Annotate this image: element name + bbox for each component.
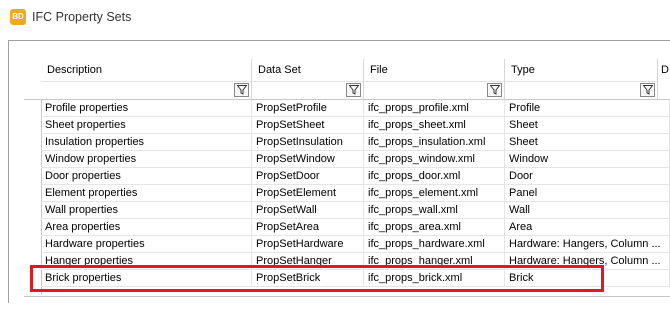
cell-data-set[interactable]: PropSetWindow <box>252 151 364 167</box>
cell-data-set[interactable]: PropSetHardware <box>252 236 364 252</box>
cell-data-set[interactable]: PropSetSheet <box>252 117 364 133</box>
data-set-filter-field[interactable] <box>252 81 363 99</box>
table-row[interactable]: Window properties PropSetWindow ifc_props_… <box>41 151 670 168</box>
cell-file[interactable]: ifc_props_wall.xml <box>364 202 505 218</box>
cell-type[interactable]: Door <box>505 168 670 184</box>
cell-type[interactable]: Profile <box>505 100 670 116</box>
cell-description[interactable]: Insulation properties <box>41 134 252 150</box>
data-set-filter-icon[interactable] <box>346 83 361 97</box>
cell-type[interactable]: Area <box>505 219 670 235</box>
cell-type[interactable]: Hardware: Hangers, Column ... <box>505 236 670 252</box>
cell-type[interactable]: Sheet <box>505 117 670 133</box>
cell-file[interactable]: ifc_props_hardware.xml <box>364 236 505 252</box>
cell-data-set[interactable]: PropSetArea <box>252 219 364 235</box>
cell-file[interactable]: ifc_props_door.xml <box>364 168 505 184</box>
type-filter-field[interactable] <box>505 81 657 99</box>
cell-description[interactable]: Window properties <box>41 151 252 167</box>
cell-type[interactable]: Sheet <box>505 134 670 150</box>
cell-type[interactable]: Window <box>505 151 670 167</box>
highlight-annotation-box <box>30 265 604 292</box>
column-header-description[interactable]: Description <box>41 59 252 99</box>
grid-header: Description Data Set File Type D <box>24 59 670 100</box>
column-header-file[interactable]: File <box>364 59 505 99</box>
cell-file[interactable]: ifc_props_window.xml <box>364 151 505 167</box>
cell-file[interactable]: ifc_props_sheet.xml <box>364 117 505 133</box>
table-row[interactable]: Profile properties PropSetProfile ifc_prop… <box>41 100 670 117</box>
cell-data-set[interactable]: PropSetElement <box>252 185 364 201</box>
cell-type[interactable]: Panel <box>505 185 670 201</box>
cell-description[interactable]: Sheet properties <box>41 117 252 133</box>
title-bar: BD IFC Property Sets <box>0 0 670 36</box>
cell-data-set[interactable]: PropSetDoor <box>252 168 364 184</box>
description-filter-field[interactable] <box>41 81 251 99</box>
cell-file[interactable]: ifc_props_insulation.xml <box>364 134 505 150</box>
cell-description[interactable]: Hardware properties <box>41 236 252 252</box>
table-row[interactable]: Insulation properties PropSetInsulation if… <box>41 134 670 151</box>
file-filter-field[interactable] <box>364 81 504 99</box>
window-title: IFC Property Sets <box>32 10 132 24</box>
table-row[interactable]: Sheet properties PropSetSheet ifc_props_sh… <box>41 117 670 134</box>
column-header-type[interactable]: Type <box>505 59 658 99</box>
cell-file[interactable]: ifc_props_area.xml <box>364 219 505 235</box>
cell-description[interactable]: Door properties <box>41 168 252 184</box>
table-row[interactable]: Hardware properties PropSetHardware ifc_pr… <box>41 236 670 253</box>
grid-bottom-edge <box>24 296 670 297</box>
app-logo-icon: BD <box>10 9 26 25</box>
file-filter-icon[interactable] <box>487 83 502 97</box>
column-header-data-set[interactable]: Data Set <box>252 59 364 99</box>
cell-description[interactable]: Area properties <box>41 219 252 235</box>
ifc-property-sets-window: BD IFC Property Sets Description Data Se… <box>0 0 670 310</box>
cell-data-set[interactable]: PropSetWall <box>252 202 364 218</box>
cell-type[interactable]: Wall <box>505 202 670 218</box>
type-filter-icon[interactable] <box>640 83 655 97</box>
cell-file[interactable]: ifc_props_profile.xml <box>364 100 505 116</box>
description-filter-icon[interactable] <box>234 83 249 97</box>
table-row[interactable]: Area properties PropSetArea ifc_props_area… <box>41 219 670 236</box>
cell-description[interactable]: Element properties <box>41 185 252 201</box>
cell-file[interactable]: ifc_props_element.xml <box>364 185 505 201</box>
cell-description[interactable]: Profile properties <box>41 100 252 116</box>
cell-description[interactable]: Wall properties <box>41 202 252 218</box>
table-row[interactable]: Element properties PropSetElement ifc_prop… <box>41 185 670 202</box>
cell-data-set[interactable]: PropSetInsulation <box>252 134 364 150</box>
column-header-d[interactable]: D <box>658 59 670 99</box>
cell-data-set[interactable]: PropSetProfile <box>252 100 364 116</box>
table-row[interactable]: Door properties PropSetDoor ifc_props_door… <box>41 168 670 185</box>
table-row[interactable]: Wall properties PropSetWall ifc_props_wall… <box>41 202 670 219</box>
